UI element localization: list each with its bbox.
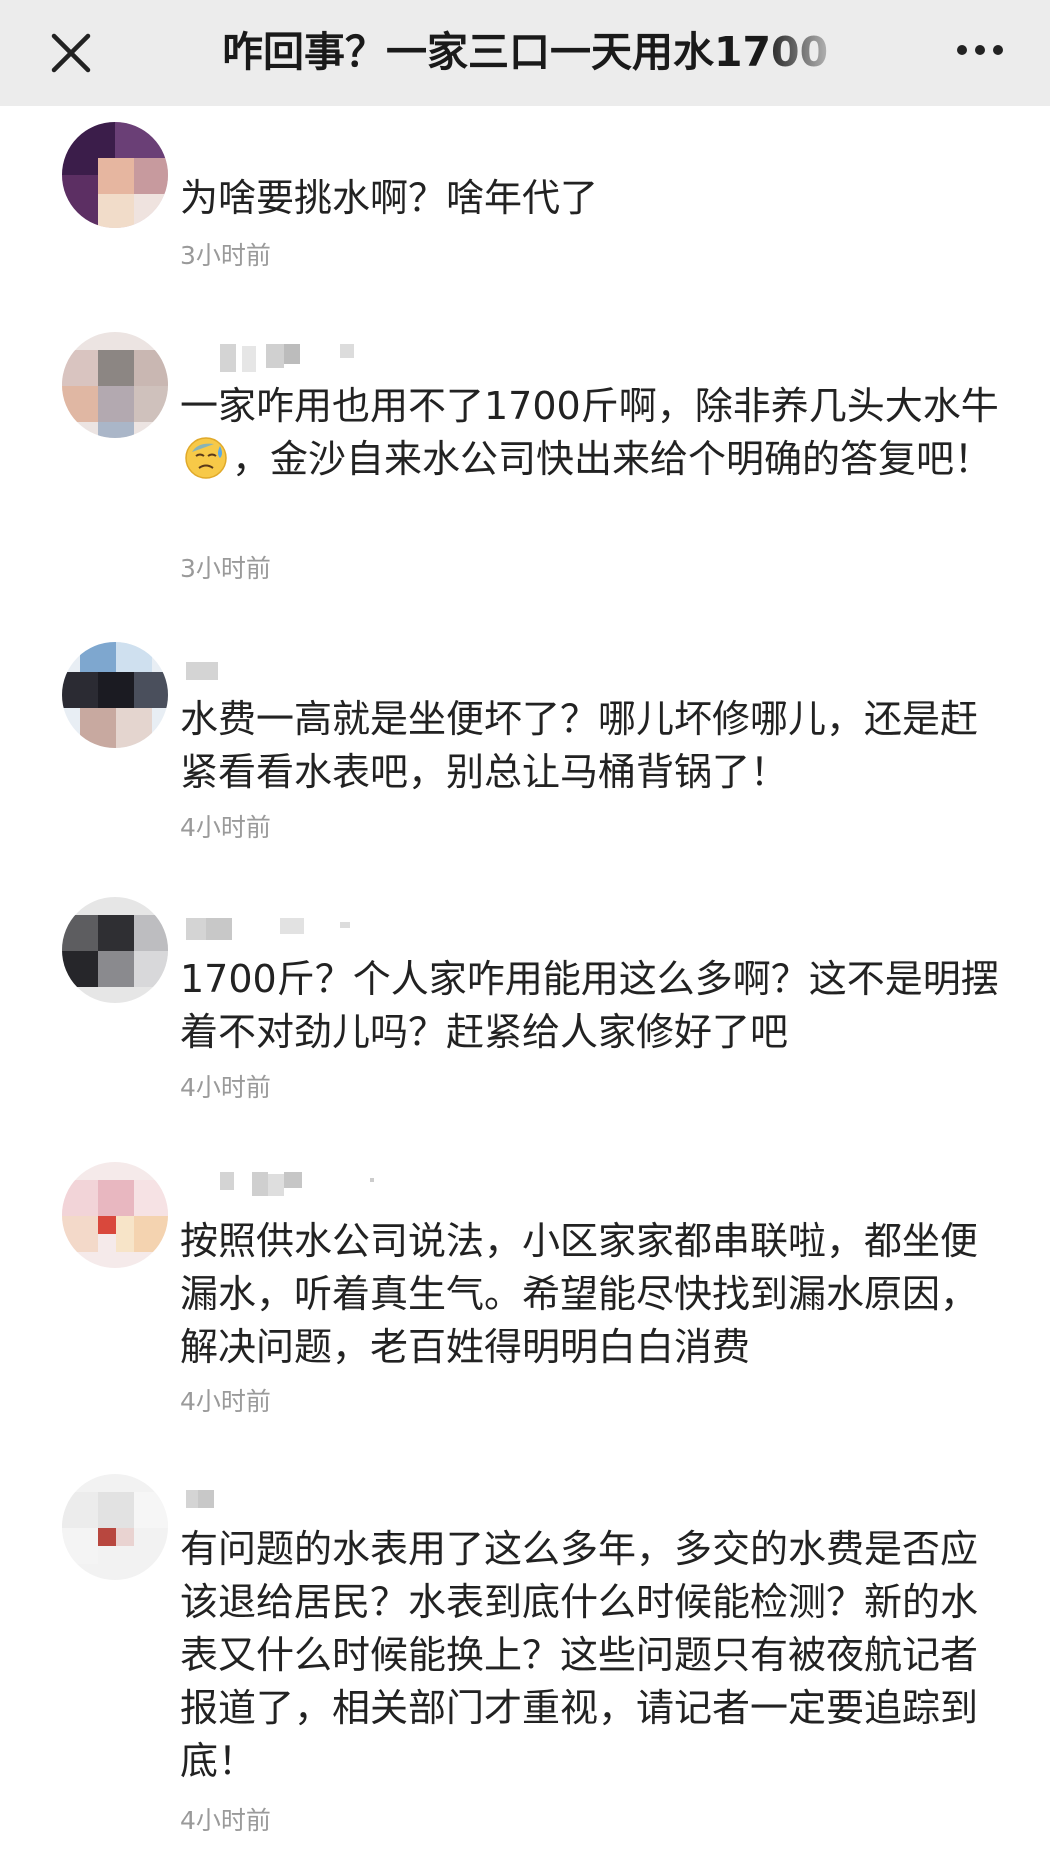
comment-time: 4小时前 xyxy=(180,813,271,842)
comment-time: 4小时前 xyxy=(180,1806,271,1835)
page-title: 咋回事？一家三口一天用水1700 xyxy=(222,28,829,76)
blurred-username-image xyxy=(220,344,354,372)
comment-time: 3小时前 xyxy=(180,554,271,583)
sweat-face-emoji xyxy=(185,437,227,479)
blurred-username xyxy=(180,1484,220,1518)
blurred-username-image xyxy=(186,1490,214,1508)
more-icon xyxy=(957,45,1003,55)
blurred-username-image xyxy=(186,662,218,680)
comment-time: 4小时前 xyxy=(180,1387,271,1416)
blurred-username xyxy=(180,1166,380,1200)
comment-time: 4小时前 xyxy=(180,1073,271,1102)
comment-time: 3小时前 xyxy=(180,241,271,270)
comment-text-part: ，金沙自来水公司快出来给个明确的答复吧！ xyxy=(232,437,993,481)
top-nav-bar: 咋回事？一家三口一天用水1700 xyxy=(0,0,1050,106)
blurred-username xyxy=(180,912,360,946)
comment-text: 水费一高就是坐便坏了？哪儿坏修哪儿，还是赶紧看看水表吧，别总让马桶背锅了！ xyxy=(180,697,979,794)
more-button[interactable] xyxy=(950,30,1010,70)
avatar[interactable] xyxy=(62,122,168,228)
close-button[interactable] xyxy=(46,28,96,78)
avatar[interactable] xyxy=(62,897,168,1003)
comment-text: 有问题的水表用了这么多年，多交的水费是否应该退给居民？水表到底什么时候能检测？新… xyxy=(180,1527,979,1783)
pixelated-avatar-image xyxy=(62,1474,168,1580)
pixelated-avatar-image xyxy=(62,1162,168,1268)
comment-text: 按照供水公司说法，小区家家都串联啦，都坐便漏水，听着真生气。希望能尽快找到漏水原… xyxy=(180,1219,979,1369)
avatar[interactable] xyxy=(62,1162,168,1268)
avatar[interactable] xyxy=(62,642,168,748)
blurred-username xyxy=(180,654,220,688)
blurred-username-image xyxy=(186,918,350,940)
comment-text: 1700斤？个人家咋用能用这么多啊？这不是明摆着不对劲儿吗？赶紧给人家修好了吧 xyxy=(180,957,999,1054)
pixelated-avatar-image xyxy=(62,332,168,438)
avatar[interactable] xyxy=(62,1474,168,1580)
comment-text: 为啥要挑水啊？啥年代了 xyxy=(180,176,599,220)
pixelated-avatar-image xyxy=(62,122,168,228)
comment-text: 一家咋用也用不了1700斤啊，除非养几头大水牛 ，金沙自来水公司快出来给个明确的答… xyxy=(180,380,1000,486)
pixelated-avatar-image xyxy=(62,642,168,748)
blurred-username xyxy=(180,340,360,374)
blurred-username-image xyxy=(220,1172,374,1196)
pixelated-avatar-image xyxy=(62,897,168,1003)
comment-text-part: 一家咋用也用不了1700斤啊，除非养几头大水牛 xyxy=(180,384,999,428)
avatar[interactable] xyxy=(62,332,168,438)
close-icon xyxy=(51,33,91,73)
